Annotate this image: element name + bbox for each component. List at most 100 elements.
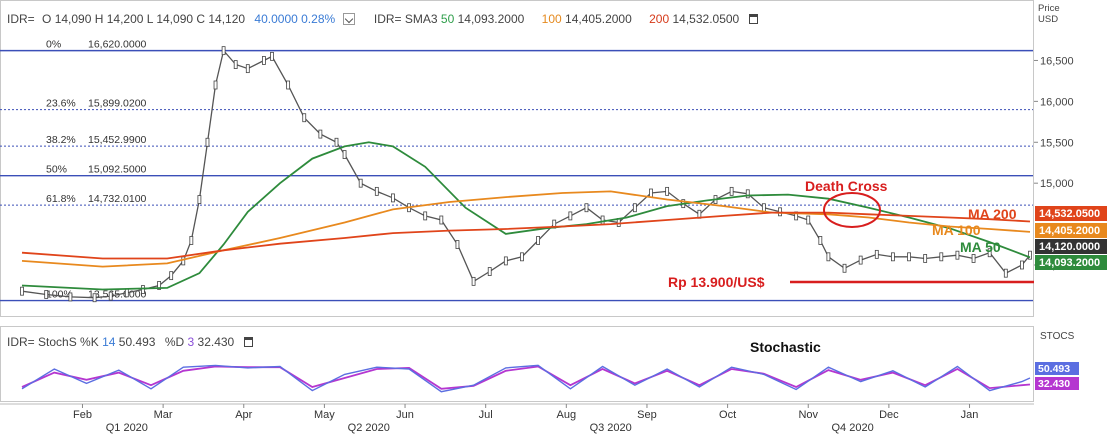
x-quarter-label: Q2 2020 bbox=[348, 422, 390, 434]
price-candle bbox=[92, 293, 97, 303]
price-candle bbox=[124, 288, 129, 298]
price-candle bbox=[1028, 250, 1032, 260]
price-candle bbox=[189, 236, 194, 245]
price-candle bbox=[141, 285, 145, 294]
price-candle bbox=[205, 137, 210, 147]
price-candle bbox=[334, 137, 339, 147]
fib-value: 14,732.0100 bbox=[88, 193, 147, 205]
price-candle bbox=[971, 254, 976, 263]
death-cross-label: Death Cross bbox=[805, 178, 888, 194]
price-chart-svg: 0% 16,620.0000 23.6% 15,899.0200 38.2% 15,452… bbox=[0, 3, 1107, 434]
fib-label: 50% bbox=[46, 164, 67, 176]
price-candle bbox=[423, 211, 428, 221]
stoch-d-line bbox=[21, 365, 1031, 390]
price-candle bbox=[907, 252, 911, 262]
y-tick-label: 15,000 bbox=[1040, 178, 1074, 190]
support-label: Rp 13.900/US$ bbox=[668, 274, 765, 290]
price-candle bbox=[342, 150, 347, 159]
price-candle bbox=[374, 186, 379, 196]
time-axis: Feb Mar Apr May Jun Jul Aug Sep Oct Nov Dec Jan Q1 2… bbox=[0, 403, 1034, 434]
price-candle bbox=[632, 203, 637, 213]
fib-label: 38.2% bbox=[46, 134, 76, 146]
price-candle bbox=[358, 178, 363, 188]
price-line bbox=[21, 49, 1031, 299]
price-candle bbox=[169, 271, 174, 281]
price-candle bbox=[221, 46, 226, 56]
price-candle bbox=[520, 252, 524, 262]
price-candle bbox=[858, 255, 863, 265]
price-tag-label: 14,120.0000 bbox=[1039, 241, 1100, 253]
price-candle bbox=[44, 290, 49, 299]
price-candle bbox=[286, 80, 291, 90]
price-candle bbox=[600, 215, 605, 225]
x-month-label: Aug bbox=[557, 409, 577, 421]
price-candle bbox=[584, 203, 589, 213]
x-month-label: Apr bbox=[235, 409, 252, 421]
price-tag-label: 14,532.0500 bbox=[1039, 208, 1100, 220]
x-month-label: Jan bbox=[961, 409, 979, 421]
stochastic-lines: Stochastic STOCS 50.493 32.430 bbox=[21, 331, 1079, 393]
price-candle bbox=[233, 60, 238, 69]
price-candle bbox=[955, 250, 960, 260]
x-month-label: May bbox=[314, 409, 335, 421]
fib-label: 23.6% bbox=[46, 98, 76, 110]
fib-value: 15,452.9900 bbox=[88, 134, 147, 146]
price-candle bbox=[270, 51, 274, 61]
price-candle bbox=[391, 193, 395, 203]
price-candle bbox=[20, 286, 24, 296]
price-candle bbox=[649, 188, 653, 198]
fib-label: 61.8% bbox=[46, 193, 76, 205]
fibonacci-levels: 0% 16,620.0000 23.6% 15,899.0200 38.2% 15,452… bbox=[0, 39, 1033, 302]
series-lines bbox=[20, 46, 1032, 303]
y-tick-label: 15,500 bbox=[1040, 137, 1074, 149]
price-candle bbox=[729, 186, 734, 196]
price-candle bbox=[262, 56, 266, 65]
price-tag-label: 14,405.2000 bbox=[1039, 225, 1100, 237]
x-month-label: Dec bbox=[879, 409, 899, 421]
fib-label: 0% bbox=[46, 39, 61, 51]
price-candle bbox=[487, 267, 492, 276]
price-candle bbox=[1020, 260, 1024, 270]
price-candle bbox=[818, 236, 823, 245]
x-quarter-label: Q3 2020 bbox=[590, 422, 632, 434]
ma50-label: MA 50 bbox=[960, 239, 1001, 255]
price-candle bbox=[213, 80, 218, 90]
y-tick-label: 16,000 bbox=[1040, 96, 1074, 108]
x-quarter-label: Q1 2020 bbox=[106, 422, 148, 434]
fib-value: 15,899.0200 bbox=[88, 98, 147, 110]
price-candle bbox=[181, 256, 186, 266]
price-candle bbox=[826, 252, 831, 262]
stoch-k-line bbox=[21, 364, 1031, 393]
price-candle bbox=[455, 240, 460, 249]
x-month-label: Sep bbox=[637, 409, 657, 421]
price-candle bbox=[318, 129, 323, 139]
price-candle bbox=[68, 292, 73, 302]
x-quarter-label: Q4 2020 bbox=[831, 422, 873, 434]
price-candle bbox=[874, 249, 879, 259]
ma100-label: MA 100 bbox=[932, 222, 981, 238]
fib-value: 15,092.5000 bbox=[88, 164, 147, 176]
x-month-label: Jun bbox=[396, 409, 414, 421]
death-cross-circle bbox=[823, 192, 881, 228]
x-month-label: Jul bbox=[479, 409, 493, 421]
price-candle bbox=[939, 252, 944, 262]
price-tag-label: 14,093.2000 bbox=[1039, 257, 1100, 269]
price-candle bbox=[503, 256, 508, 266]
stoch-d-tag-label: 32.430 bbox=[1038, 378, 1070, 390]
price-candle bbox=[665, 186, 670, 196]
price-candle bbox=[245, 64, 250, 74]
x-month-label: Feb bbox=[73, 409, 92, 421]
price-axis-title-1: Price bbox=[1038, 3, 1060, 14]
x-month-label: Oct bbox=[719, 409, 736, 421]
price-candle bbox=[536, 236, 540, 245]
ma200-label: MA 200 bbox=[968, 206, 1017, 222]
x-month-label: Nov bbox=[798, 409, 818, 421]
stoch-k-tag-label: 50.493 bbox=[1038, 363, 1070, 375]
x-month-label: Mar bbox=[154, 409, 173, 421]
y-tick-label: 16,500 bbox=[1040, 55, 1074, 67]
stoch-axis-title: STOCS bbox=[1040, 331, 1075, 342]
stoch-title: Stochastic bbox=[750, 339, 821, 355]
price-candle bbox=[568, 211, 573, 221]
price-candle bbox=[108, 291, 113, 301]
price-candle bbox=[806, 215, 811, 225]
